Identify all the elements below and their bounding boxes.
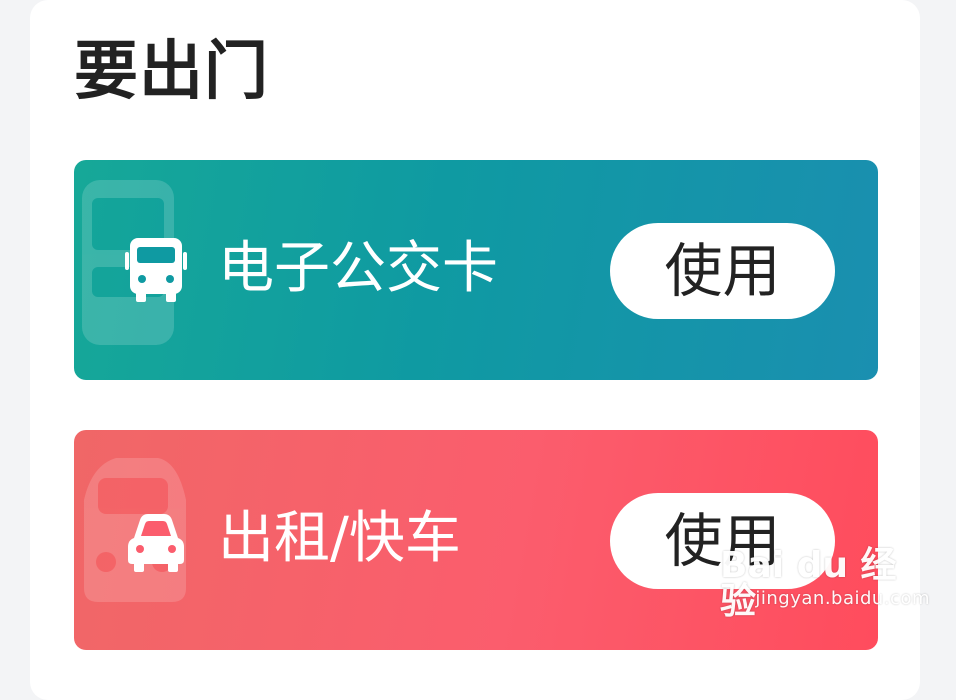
car-icon <box>128 514 184 572</box>
bus-card-service[interactable]: 电子公交卡 使用 <box>74 160 878 380</box>
baidu-watermark-logo: Bai du 经验 <box>720 545 897 622</box>
taxi-card-label: 出租/快车 <box>218 506 461 571</box>
bus-card-label: 电子公交卡 <box>218 236 498 301</box>
section-title: 要出门 <box>74 35 269 109</box>
baidu-watermark-url: jingyan.baidu.com <box>755 588 930 609</box>
bus-icon <box>125 238 187 302</box>
baidu-watermark: Bai du 经验 jingyan.baidu.com <box>720 548 930 628</box>
bus-card-use-button[interactable]: 使用 <box>610 223 835 319</box>
